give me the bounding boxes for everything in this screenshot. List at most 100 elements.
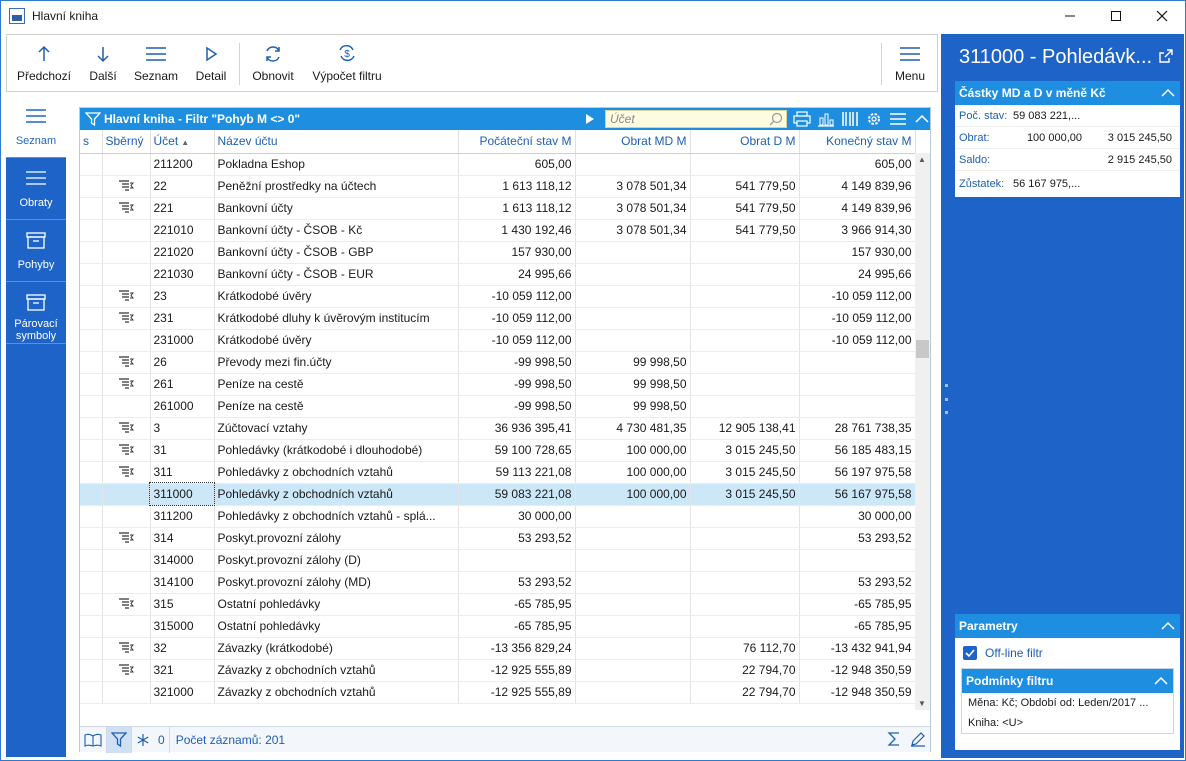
window-title: Hlavní kniha	[32, 9, 99, 23]
column-header-credit-turnover[interactable]: Obrat D M	[690, 130, 800, 154]
cell-credit-turnover: 22 794,70	[690, 681, 800, 704]
column-header-account[interactable]: Účet ▲	[150, 130, 215, 154]
column-header-opening-balance[interactable]: Počáteční stav M	[458, 130, 576, 154]
cell-s	[80, 439, 103, 462]
cell-account-name: Poskyt.provozní zálohy (D)	[214, 549, 459, 572]
cell-collector	[102, 505, 151, 528]
table-row[interactable]: 261 Peníze na cestě -99 998,50 99 998,50	[80, 373, 916, 396]
remaining-value: 56 167 975,...	[1013, 178, 1081, 190]
table-row[interactable]: 314 Poskyt.provozní zálohy 53 293,52 53 293…	[80, 527, 916, 550]
popout-icon[interactable]	[1158, 48, 1174, 67]
snowflake-filter-button[interactable]: 0	[132, 726, 170, 753]
table-row[interactable]: 221020 Bankovní účty - ČSOB - GBP 157 930,…	[80, 241, 916, 264]
vertical-scrollbar[interactable]: ▲ ▼	[915, 153, 930, 710]
cell-s	[80, 329, 103, 352]
column-header-s[interactable]: s	[80, 130, 103, 154]
settings-icon[interactable]	[864, 110, 884, 128]
table-row[interactable]: 321000 Závazky z obchodních vztahů -12 925…	[80, 681, 916, 704]
collapse-icon[interactable]	[912, 110, 932, 128]
book-icon[interactable]	[80, 726, 107, 753]
table-row[interactable]: 261000 Peníze na cestě -99 998,50 99 998,50	[80, 395, 916, 418]
scrollbar-thumb[interactable]	[916, 340, 929, 358]
minimize-button[interactable]	[1047, 1, 1093, 31]
table-row[interactable]: 315 Ostatní pohledávky -65 785,95 -65 785,9…	[80, 593, 916, 616]
column-header-account-name[interactable]: Název účtu	[214, 130, 459, 154]
table-row[interactable]: 211200 Pokladna Eshop 605,00 605,00	[80, 153, 916, 176]
column-header-collector[interactable]: Sběrný	[102, 130, 151, 154]
app-icon	[9, 8, 25, 24]
table-row[interactable]: 321 Závazky z obchodních vztahů -12 925 55…	[80, 659, 916, 682]
saldo-label: Saldo:	[959, 153, 991, 166]
cell-s	[80, 351, 103, 374]
table-row[interactable]: 31 Pohledávky (krátkodobé i dlouhodobé) 59…	[80, 439, 916, 462]
offline-filter-checkbox[interactable]: Off-line filtr	[955, 638, 1180, 668]
table-row[interactable]: 221010 Bankovní účty - ČSOB - Kč 1 430 192…	[80, 219, 916, 242]
group-account-icon	[118, 465, 135, 480]
account-search-input[interactable]: Účet	[605, 110, 787, 128]
table-row[interactable]: 22 Peněžní prostředky na účtech 1 613 118,…	[80, 175, 916, 198]
chart-icon[interactable]	[816, 110, 836, 128]
table-row[interactable]: 231 Krátkodobé dluhy k úvěrovým institucí…	[80, 307, 916, 330]
nav-item-label: Obraty	[19, 197, 53, 209]
next-button[interactable]: Další	[81, 35, 125, 91]
table-row[interactable]: 311000 Pohledávky z obchodních vztahů 59 0…	[80, 482, 916, 506]
menu-button[interactable]: Menu	[887, 35, 933, 91]
scroll-down-icon[interactable]: ▼	[918, 699, 926, 708]
cell-closing-balance: 53 293,52	[799, 527, 916, 550]
table-row[interactable]: 314100 Poskyt.provozní zálohy (MD) 53 293,…	[80, 571, 916, 594]
filter-icon[interactable]	[84, 112, 102, 129]
cell-credit-turnover: 76 112,70	[690, 637, 800, 660]
cell-s	[80, 175, 103, 198]
run-filter-icon[interactable]	[585, 113, 595, 128]
table-row[interactable]: 23 Krátkodobé úvěry -10 059 112,00 -10 059 …	[80, 285, 916, 308]
filter-icon	[111, 731, 127, 747]
column-header-debit-turnover[interactable]: Obrat MD M	[575, 130, 691, 154]
column-header-closing-balance[interactable]: Konečný stav M	[799, 130, 916, 154]
filter-toggle-button[interactable]	[107, 726, 132, 753]
list-button[interactable]: Seznam	[131, 35, 181, 91]
cell-closing-balance	[799, 351, 916, 374]
edit-icon[interactable]	[910, 731, 926, 750]
table-row[interactable]: 221030 Bankovní účty - ČSOB - EUR 24 995,6…	[80, 263, 916, 286]
nav-item-label: Pohyby	[17, 259, 55, 271]
detail-button[interactable]: Detail	[189, 35, 233, 91]
scroll-up-icon[interactable]: ▲	[918, 155, 926, 164]
previous-button[interactable]: Předchozí	[11, 35, 77, 91]
cell-s	[80, 395, 103, 418]
filter-calculation-button[interactable]: $ Výpočet filtru	[309, 35, 385, 91]
cell-debit-turnover	[575, 505, 691, 528]
collapse-icon[interactable]	[1156, 614, 1180, 638]
table-row[interactable]: 32 Závazky (krátkodobé) -13 356 829,24 76 1…	[80, 637, 916, 660]
sum-icon[interactable]	[886, 731, 902, 750]
print-icon[interactable]	[792, 110, 812, 128]
maximize-button[interactable]	[1093, 1, 1139, 31]
collapse-icon[interactable]	[1149, 669, 1173, 693]
table-row[interactable]: 231000 Krátkodobé úvěry -10 059 112,00 -10 …	[80, 329, 916, 352]
nav-item-pairing-symbols[interactable]: Párovací symboly	[6, 284, 66, 344]
cell-s	[80, 285, 103, 308]
hamburger-icon[interactable]	[888, 110, 908, 128]
table-row[interactable]: 311200 Pohledávky z obchodních vztahů - s…	[80, 505, 916, 528]
nav-item-list[interactable]: Seznam	[6, 98, 66, 158]
cell-account-name: Krátkodobé dluhy k úvěrovým institucím	[214, 307, 459, 330]
refresh-button[interactable]: Obnovit	[247, 35, 299, 91]
table-row[interactable]: 311 Pohledávky z obchodních vztahů 59 113 …	[80, 461, 916, 484]
table-row[interactable]: 26 Převody mezi fin.účty -99 998,50 99 998,…	[80, 351, 916, 374]
cell-closing-balance: 56 167 975,58	[799, 483, 916, 506]
collapse-icon[interactable]	[1156, 81, 1180, 105]
cell-credit-turnover	[690, 329, 800, 352]
columns-icon[interactable]	[840, 110, 860, 128]
table-row[interactable]: 221 Bankovní účty 1 613 118,12 3 078 501,34…	[80, 197, 916, 220]
panel-splitter[interactable]	[941, 34, 951, 758]
table-row[interactable]: 315000 Ostatní pohledávky -65 785,95 -65 78…	[80, 615, 916, 638]
close-button[interactable]	[1139, 1, 1185, 31]
table-row[interactable]: 3 Zúčtovací vztahy 36 936 395,41 4 730 481,…	[80, 417, 916, 440]
cell-opening-balance: -10 059 112,00	[458, 307, 576, 330]
nav-item-turnovers[interactable]: Obraty	[6, 160, 66, 220]
cell-credit-turnover: 22 794,70	[690, 659, 800, 682]
nav-item-movements[interactable]: Pohyby	[6, 222, 66, 282]
table-row[interactable]: 314000 Poskyt.provozní zálohy (D)	[80, 549, 916, 572]
arrow-down-icon	[97, 47, 109, 63]
opening-balance-row: Poč. stav: 59 083 221,...	[955, 105, 1180, 127]
cell-collector	[102, 483, 151, 506]
